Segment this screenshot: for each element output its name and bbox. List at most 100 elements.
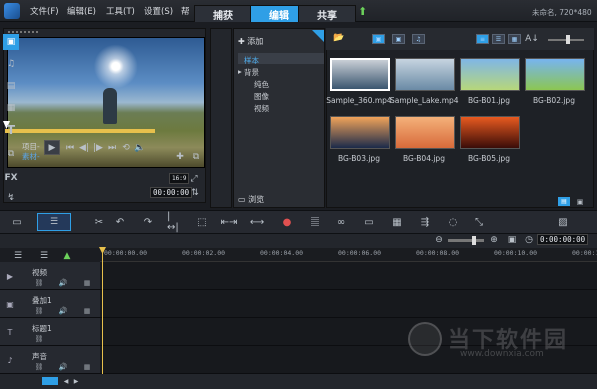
trim-range-bar[interactable] [5,129,155,133]
title-track-icon[interactable]: T [4,326,16,338]
split-icon[interactable]: ✚ [174,151,186,163]
fit-timeline-icon[interactable]: ▣ [507,235,517,245]
menu-tools[interactable]: 工具(T) [106,5,135,17]
overlay-icon[interactable]: ⧉ [3,146,19,162]
chapter-icon[interactable]: ☰ [38,251,50,261]
menu-help[interactable]: 帮 [181,5,190,17]
scroll-left-icon[interactable]: ◀ [62,376,70,386]
overlay-track-icon[interactable]: ▣ [4,298,16,310]
clock-icon[interactable]: ◷ [524,235,534,245]
grid-view-button[interactable]: ▦ [508,34,521,44]
link-icon[interactable]: ⛓ [34,306,44,316]
library-thumbnail[interactable] [460,58,520,91]
tree-item-video[interactable]: 视频 [254,103,269,114]
subtitle-icon[interactable]: ▭ [362,215,376,229]
zoom-slider-knob[interactable] [472,236,476,245]
tab-share[interactable]: 共享 [298,5,356,22]
trim-icon[interactable]: ⇤⇥ [221,215,238,229]
undo-icon[interactable]: ↶ [113,215,127,229]
tree-item-solid-color[interactable]: 纯色 [254,79,269,90]
multi-cam-icon[interactable]: ▦ [390,215,404,229]
title-icon[interactable]: T [3,122,19,138]
thumb-size-knob[interactable] [566,35,570,44]
aspect-ratio-select[interactable]: 16:9 [169,173,190,184]
zoom-in-icon[interactable]: ⊕ [489,235,499,245]
link-icon[interactable]: ⛓ [34,278,44,288]
menu-file[interactable]: 文件(F) [30,5,59,17]
mute-icon[interactable]: 🔊 [58,278,68,288]
redo-icon[interactable]: ↷ [141,215,155,229]
crop-icon[interactable]: ⬚ [195,215,209,229]
stabilize-icon[interactable]: ⤡ [472,215,486,229]
tree-item-background[interactable]: 背景 [244,67,259,78]
timecode-display[interactable]: 00:00:00 [150,187,193,198]
volume-button[interactable]: 🔈 [134,142,146,153]
playhead-line[interactable] [102,248,103,374]
timeline-timecode[interactable]: 0:00:00:00 [537,234,589,245]
link-icon[interactable]: ⛓ [34,334,44,344]
end-button[interactable]: ⏭ [106,142,118,153]
browse-button[interactable]: ▭ 浏览 [238,194,264,205]
filter-photo-button[interactable]: ▣ [392,34,405,44]
filter-video-button[interactable]: ▣ [372,34,385,44]
tree-item-image[interactable]: 图像 [254,91,269,102]
add-folder-button[interactable]: ✚ 添加 [238,36,263,47]
clip-mode-label[interactable]: 素材- [22,151,40,162]
mute-icon[interactable]: 🔊 [58,362,68,372]
tree-expand-icon[interactable]: ▸ [238,67,242,76]
menu-edit[interactable]: 编辑(E) [67,5,96,17]
link-icon[interactable]: ⛓ [34,362,44,372]
library-thumbnail[interactable] [460,116,520,149]
track-manager-icon[interactable]: ☰ [12,251,24,261]
voice-track-icon[interactable]: ♪ [4,354,16,366]
fit-project-icon[interactable]: |↔| [167,211,181,233]
tools-icon[interactable]: ✂ [92,215,106,229]
prev-frame-button[interactable]: ◀| [78,142,90,153]
sort-icon[interactable]: A↓ [525,33,539,44]
fullscreen-icon[interactable]: ⤢ [188,173,200,184]
grid-icon[interactable]: ▦ [82,306,92,316]
scroll-thumb[interactable] [42,377,58,385]
timeline-view-button[interactable]: ☰ [37,213,71,231]
copy-frame-icon[interactable]: ⧉ [190,151,202,163]
library-thumbnail[interactable] [330,58,390,91]
filter-audio-button[interactable]: ♫ [412,34,425,44]
tree-item-samples[interactable]: 样本 [244,55,259,66]
library-thumbnail[interactable] [330,116,390,149]
storyboard-view-icon[interactable]: ▭ [10,215,24,229]
grid-icon[interactable]: ▦ [82,278,92,288]
path-icon[interactable]: ↯ [3,190,19,206]
transition-icon[interactable]: ▤ [3,78,19,94]
tab-capture[interactable]: 捕获 [194,5,252,22]
mask-icon[interactable]: ◌ [446,215,460,229]
fx-icon[interactable]: FX [3,170,19,186]
zoom-slider[interactable] [448,239,484,242]
grid-icon[interactable]: ▦ [82,362,92,372]
repeat-button[interactable]: ⟲ [120,142,132,153]
mute-icon[interactable]: 🔊 [58,306,68,316]
menu-settings[interactable]: 设置(S) [144,5,173,17]
instant-project-icon[interactable]: ♫ [3,56,19,72]
library-thumbnail[interactable] [395,58,455,91]
play-button[interactable]: ▶ [44,140,60,155]
speed-icon[interactable]: ⇶ [418,215,432,229]
zoom-out-icon[interactable]: ⊖ [434,235,444,245]
media-icon[interactable]: ▣ [3,34,19,50]
record-icon[interactable]: ● [280,215,294,229]
library-options-icon[interactable]: ▤ [558,197,570,206]
upload-arrow-icon[interactable]: ⬆ [358,5,367,18]
graphic-icon[interactable]: ▦ [3,100,19,116]
home-button[interactable]: ⏮ [64,142,76,153]
detail-view-button[interactable]: ☰ [492,34,505,44]
ripple-icon[interactable]: ⟷ [250,215,264,229]
motion-icon[interactable]: ∞ [334,215,348,229]
settings-panel-icon[interactable]: ▨ [556,215,570,229]
import-folder-icon[interactable]: 📂 [332,32,346,44]
audio-mixer-icon[interactable]: 𝄚 [308,215,322,229]
library-close-icon[interactable]: ▣ [574,197,586,206]
scroll-right-icon[interactable]: ▶ [72,376,80,386]
video-track-icon[interactable]: ▶ [4,270,16,282]
timeline-scrollbar[interactable] [0,374,597,389]
list-view-button[interactable]: ≡ [476,34,489,44]
add-marker-icon[interactable]: ▲ [60,251,74,261]
